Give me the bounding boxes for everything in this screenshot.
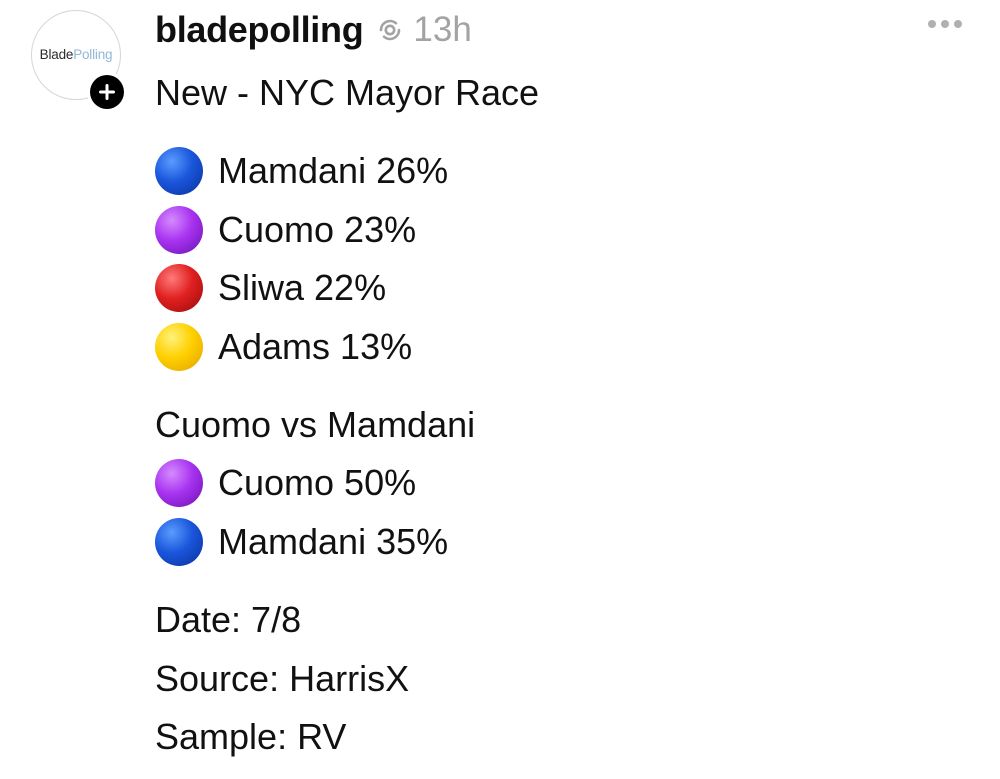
poll-date: Date: 7/8 bbox=[155, 598, 302, 640]
poll-result-row: Mamdani 26% bbox=[155, 142, 980, 201]
poll-result-row: Sliwa 22% bbox=[155, 259, 980, 318]
head-to-head-row: Cuomo 50% bbox=[155, 454, 980, 513]
yellow-circle-icon bbox=[155, 323, 203, 372]
poll-result-label: Adams 13% bbox=[218, 326, 413, 368]
follow-button[interactable] bbox=[87, 72, 127, 112]
red-circle-icon bbox=[155, 264, 203, 313]
username[interactable]: bladepolling bbox=[155, 9, 364, 51]
poll-result-label: Mamdani 26% bbox=[218, 150, 449, 192]
poll-result-label: Cuomo 23% bbox=[218, 208, 417, 250]
post-timestamp: 13h bbox=[413, 10, 472, 49]
repost-icon bbox=[375, 15, 405, 45]
purple-circle-icon bbox=[155, 205, 203, 254]
head-to-head-label: Cuomo 50% bbox=[218, 462, 417, 504]
purple-circle-icon bbox=[155, 459, 203, 508]
plus-icon bbox=[99, 84, 115, 100]
head-to-head-row: Mamdani 35% bbox=[155, 513, 980, 572]
head-to-head-title: Cuomo vs Mamdani bbox=[155, 403, 476, 445]
post-title: New - NYC Mayor Race bbox=[155, 72, 540, 114]
more-options-icon[interactable] bbox=[928, 20, 962, 28]
poll-result-row: Adams 13% bbox=[155, 318, 980, 377]
head-to-head-label: Mamdani 35% bbox=[218, 521, 449, 563]
poll-source: Source: HarrisX bbox=[155, 657, 410, 699]
poll-result-label: Sliwa 22% bbox=[218, 267, 387, 309]
post-header: bladepolling 13h bbox=[155, 8, 472, 52]
poll-sample: Sample: RV bbox=[155, 716, 347, 758]
avatar[interactable]: BladePolling bbox=[31, 10, 127, 112]
blue-circle-icon bbox=[155, 518, 203, 567]
blue-circle-icon bbox=[155, 147, 203, 196]
post-body: New - NYC Mayor Race Mamdani 26% Cuomo 2… bbox=[155, 64, 980, 767]
bladepolling-logo: BladePolling bbox=[39, 46, 113, 62]
poll-result-row: Cuomo 23% bbox=[155, 200, 980, 259]
